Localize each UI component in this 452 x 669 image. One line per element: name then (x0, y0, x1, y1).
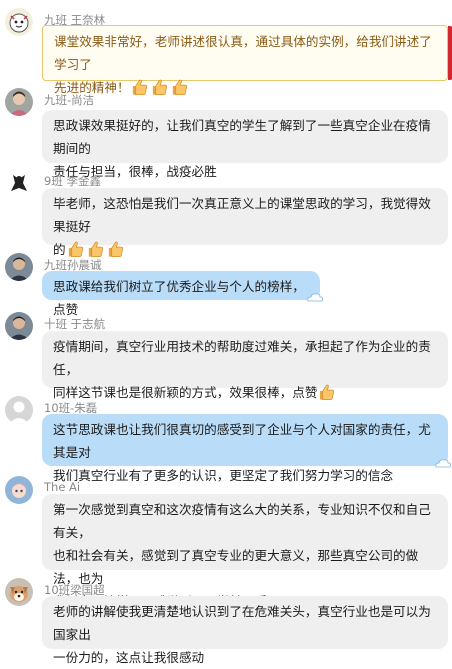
message-text-line: 我们真空行业有了更多的认识，更坚定了我们努力学习的信念 (53, 464, 437, 487)
sender-name: 九班-尚洁 (44, 93, 95, 107)
anime-avatar[interactable] (5, 476, 33, 504)
sender-name: 9班 李金鑫 (44, 174, 101, 188)
message-text: 这节思政课也让我们很真切的感受到了企业与个人对国家的责任，尤其是对 (53, 422, 431, 460)
message-bubble[interactable]: 这节思政课也让我们很真切的感受到了企业与个人对国家的责任，尤其是对我们真空行业有… (42, 414, 452, 483)
message-text-line: 课堂效果非常好，老师讲述很认真，通过具体的实例，给我们讲述了学习了 (54, 30, 436, 76)
message-bubble[interactable]: 老师的讲解使我更清楚地认识到了在危难关头，真空行业也是可以为国家出一份力的，这点… (42, 596, 448, 665)
message-text-line: 同样这节课也是很新颖的方式，效果很棒，点赞 (53, 381, 437, 409)
message-text: 也和社会有关，感觉到了真空专业的更大意义，那些真空公司的做法，也为 (53, 548, 419, 586)
message-text: 同样这节课也是很新颖的方式，效果很棒，点赞 (53, 385, 318, 400)
message-text-line: 也和社会有关，感觉到了真空专业的更大意义，那些真空公司的做法，也为 (53, 544, 437, 590)
thumbs-up-icon (317, 382, 337, 409)
message-bubble[interactable]: 疫情期间，真空行业用技术的帮助度过难关，承担起了作为企业的责任， 同样这节课也是很… (42, 331, 448, 400)
message-text-line: 这节思政课也让我们很真切的感受到了企业与个人对国家的责任，尤其是对 (53, 418, 437, 464)
silhouette-avatar[interactable] (5, 169, 33, 197)
message-bubble[interactable]: 毕老师，这恐怕是我们一次真正意义上的课堂思政的学习，我觉得效果挺好的 (42, 188, 448, 257)
message-text: 老师的讲解使我更清楚地认识到了在危难关头，真空行业也是可以为国家出 (53, 604, 431, 642)
message-text-line: 老师的讲解使我更清楚地认识到了在危难关头，真空行业也是可以为国家出 (53, 600, 437, 646)
default-avatar[interactable] (5, 396, 33, 424)
sender-name: The Ai (44, 480, 81, 494)
message-text: 第一次感觉到真空和这次疫情有这么大的关系，专业知识不仅和自己有关， (53, 502, 431, 540)
message-text-line: 一份力的，这点让我很感动 (53, 646, 437, 669)
sender-name: 十班 于志航 (44, 317, 106, 331)
message-text-line: 责任与担当，很棒，战疫必胜 (53, 160, 437, 183)
message-text: 思政课效果挺好的，让我们真空的学生了解到了一些真空企业在疫情期间的 (53, 118, 431, 156)
message-text: 我们真空行业有了更多的认识，更坚定了我们努力学习的信念 (53, 468, 394, 483)
bubble-edge-decoration (448, 26, 452, 80)
message-bubble[interactable]: 第一次感觉到真空和这次疫情有这么大的关系，专业知识不仅和自己有关， 也和社会有关，… (42, 494, 448, 609)
message-text-line: 的 (53, 238, 437, 266)
dog-avatar[interactable] (5, 578, 33, 606)
message-bubble[interactable]: 思政课效果挺好的，让我们真空的学生了解到了一些真空企业在疫情期间的 责任与担当，很… (42, 110, 448, 179)
message-text-line: 思政课效果挺好的，让我们真空的学生了解到了一些真空企业在疫情期间的 (53, 114, 437, 160)
message-bubble[interactable]: 思政课给我们树立了优秀企业与个人的榜样，点赞 (42, 271, 324, 317)
message-bubble[interactable]: 课堂效果非常好，老师讲述很认真，通过具体的实例，给我们讲述了学习了 先进的精神！ (42, 25, 452, 95)
message-text: 毕老师，这恐怕是我们一次真正意义上的课堂思政的学习，我觉得效果挺好 (53, 196, 431, 234)
person-avatar[interactable] (5, 312, 33, 340)
message-text-line: 思政课给我们树立了优秀企业与个人的榜样，点赞 (53, 275, 309, 321)
thumbs-up-icon (130, 77, 190, 104)
message-text: 思政课给我们树立了优秀企业与个人的榜样，点赞 (53, 279, 305, 317)
message-text-line: 毕老师，这恐怕是我们一次真正意义上的课堂思政的学习，我觉得效果挺好 (53, 192, 437, 238)
cartoon-avatar[interactable] (5, 8, 33, 36)
message-text-line: 第一次感觉到真空和这次疫情有这么大的关系，专业知识不仅和自己有关， (53, 498, 437, 544)
person-avatar[interactable] (5, 253, 33, 281)
message-text-line: 先进的精神！ (54, 76, 436, 104)
message-text-line: 疫情期间，真空行业用技术的帮助度过难关，承担起了作为企业的责任， (53, 335, 437, 381)
message-text: 一份力的，这点让我很感动 (53, 650, 205, 665)
message-text: 课堂效果非常好，老师讲述很认真，通过具体的实例，给我们讲述了学习了 (54, 34, 432, 72)
message-text: 的 (53, 242, 66, 257)
message-text: 疫情期间，真空行业用技术的帮助度过难关，承担起了作为企业的责任， (53, 339, 431, 377)
photo-avatar[interactable] (5, 88, 33, 116)
